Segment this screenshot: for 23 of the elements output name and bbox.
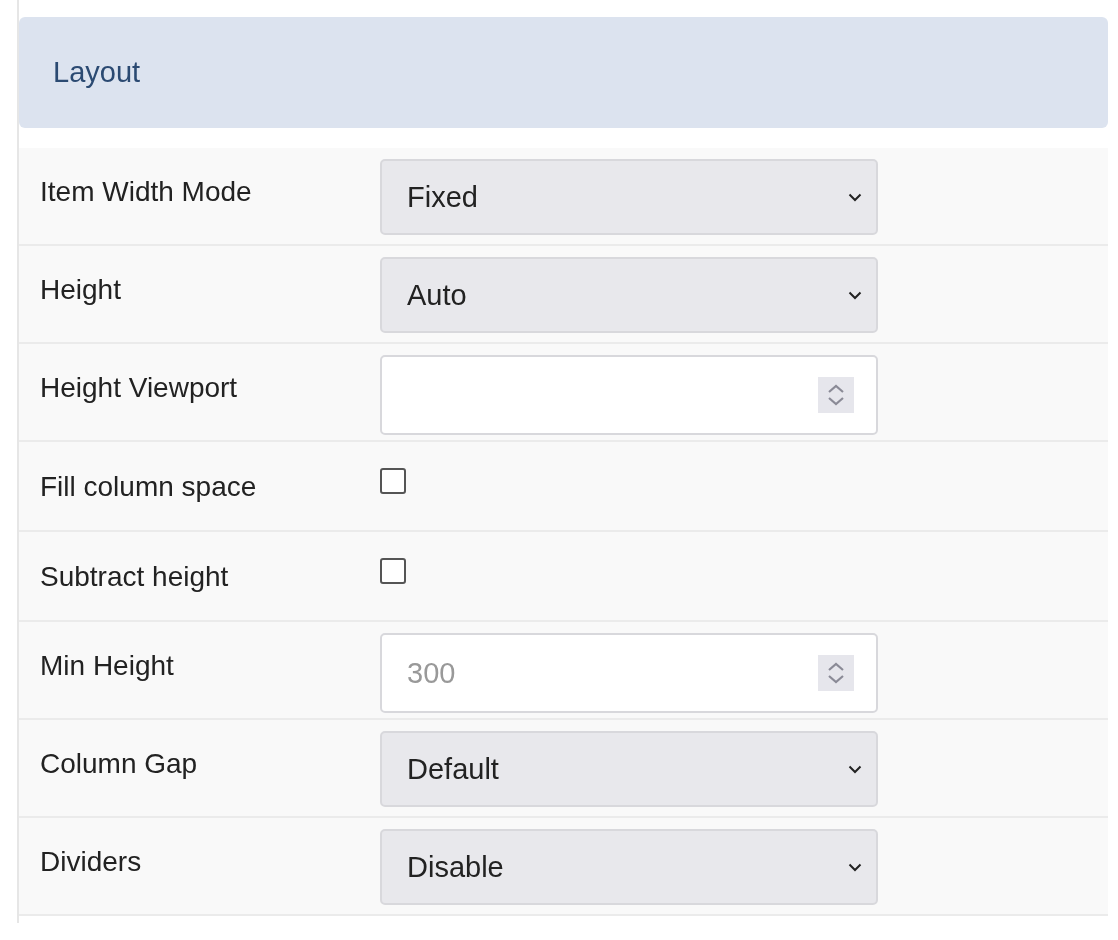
section-title: Layout xyxy=(53,56,141,89)
number-input[interactable]: 300 xyxy=(380,633,878,713)
dropdown[interactable]: Default xyxy=(380,731,878,807)
field-label: Height xyxy=(40,273,122,307)
field-label: Dividers xyxy=(40,845,143,879)
checkbox[interactable] xyxy=(380,558,406,584)
spinner-icon[interactable] xyxy=(818,655,854,691)
field-label: Subtract height xyxy=(40,560,230,594)
field-label: Fill column space xyxy=(40,470,258,504)
chevron-down-icon xyxy=(848,862,862,872)
chevron-down-icon xyxy=(848,192,862,202)
chevron-down-icon xyxy=(848,764,862,774)
checkbox[interactable] xyxy=(380,468,406,494)
dropdown[interactable]: Auto xyxy=(380,257,878,333)
field-label: Height Viewport xyxy=(40,371,239,405)
field-label: Item Width Mode xyxy=(40,175,253,209)
number-input[interactable] xyxy=(380,355,878,435)
field-label: Column Gap xyxy=(40,747,199,781)
dropdown[interactable]: Disable xyxy=(380,829,878,905)
chevron-down-icon xyxy=(848,290,862,300)
field-label: Min Height xyxy=(40,649,175,683)
dropdown[interactable]: Fixed xyxy=(380,159,878,235)
spinner-icon[interactable] xyxy=(818,377,854,413)
